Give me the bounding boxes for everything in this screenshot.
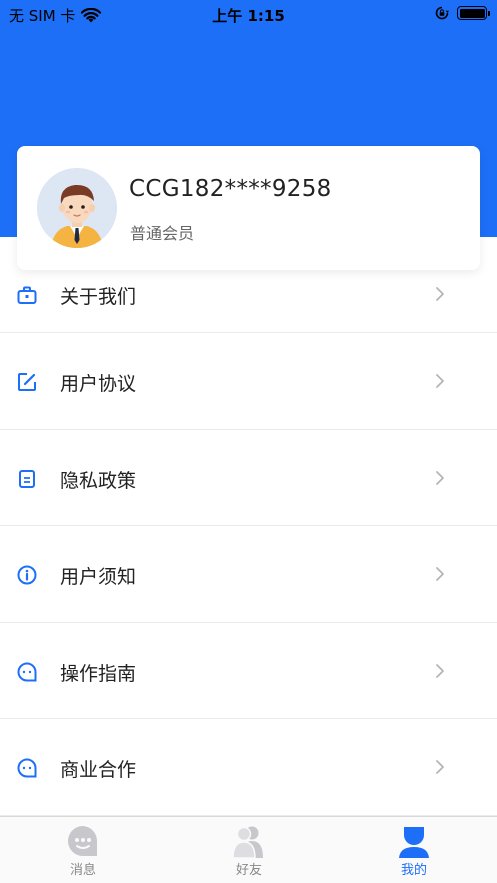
tab-messages[interactable]: 消息 — [0, 817, 166, 883]
orientation-lock-icon — [435, 6, 449, 20]
avatar-illustration — [37, 168, 117, 248]
chevron-right-icon — [436, 760, 444, 775]
tab-label: 我的 — [400, 863, 427, 878]
menu-item-label: 用户须知 — [60, 566, 137, 589]
chat-bubble-icon — [17, 758, 37, 778]
tab-label: 消息 — [69, 863, 96, 878]
document-icon — [19, 469, 35, 488]
avatar[interactable] — [37, 168, 117, 248]
menu-item-user-agreement[interactable]: 用户协议 — [0, 333, 497, 430]
chevron-right-icon — [436, 663, 444, 678]
briefcase-icon — [17, 286, 37, 304]
info-icon — [17, 565, 37, 585]
menu-item-label: 操作指南 — [60, 662, 137, 685]
status-bar: 无 SIM 卡 上午 1:15 — [0, 0, 497, 28]
tab-bar: 消息 好友 我的 — [0, 816, 497, 883]
chevron-right-icon — [436, 287, 444, 301]
message-icon — [68, 826, 98, 856]
chevron-right-icon — [436, 374, 444, 388]
settings-menu: 关于我们 用户协议 隐私政策 用户须知 操作指南 商业合作 — [0, 270, 497, 816]
profile-name: CCG182****9258 — [129, 176, 332, 202]
status-right — [435, 6, 490, 20]
menu-item-about-us[interactable]: 关于我们 — [0, 270, 497, 333]
tab-me[interactable]: 我的 — [331, 817, 497, 883]
battery-icon — [457, 6, 490, 20]
chevron-right-icon — [436, 567, 444, 582]
menu-item-operation-guide[interactable]: 操作指南 — [0, 623, 497, 720]
chevron-right-icon — [436, 470, 444, 485]
menu-item-privacy-policy[interactable]: 隐私政策 — [0, 430, 497, 527]
friends-icon — [232, 826, 263, 858]
menu-item-label: 用户协议 — [60, 373, 137, 395]
profile-card[interactable]: CCG182****9258 普通会员 — [17, 146, 480, 270]
battery-level — [459, 8, 485, 18]
tab-friends[interactable]: 好友 — [166, 817, 332, 883]
tab-label: 好友 — [235, 863, 262, 878]
membership-level: 普通会员 — [130, 224, 195, 243]
profile-icon — [399, 827, 429, 858]
edit-icon — [18, 373, 36, 391]
menu-item-label: 关于我们 — [60, 286, 137, 308]
chat-bubble-icon — [17, 662, 37, 682]
menu-item-label: 商业合作 — [60, 759, 137, 782]
menu-item-business-cooperation[interactable]: 商业合作 — [0, 719, 497, 816]
menu-item-user-notice[interactable]: 用户须知 — [0, 526, 497, 623]
status-time: 上午 1:15 — [212, 7, 285, 25]
menu-item-label: 隐私政策 — [60, 469, 137, 492]
